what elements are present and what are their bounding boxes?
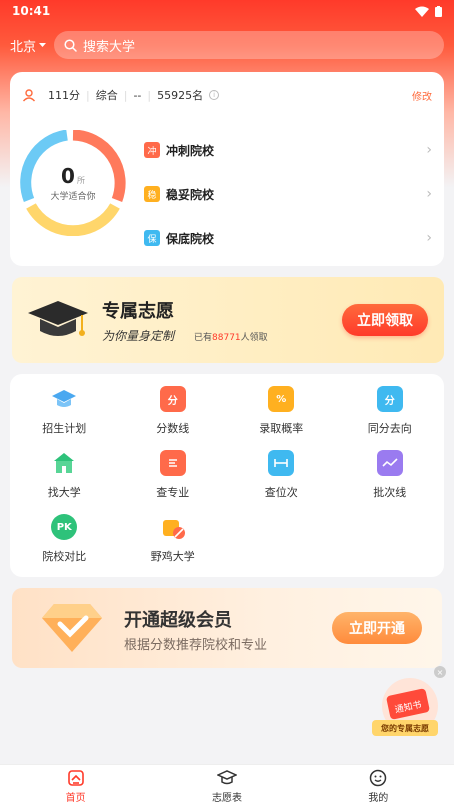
tool-compare-universities[interactable]: PK 院校对比 xyxy=(10,514,119,564)
divider: | xyxy=(86,88,90,102)
donut-count: 0所 xyxy=(61,164,85,188)
tool-label: 野鸡大学 xyxy=(150,550,195,563)
tab-home[interactable]: 首页 xyxy=(0,765,151,808)
category-reach[interactable]: 冲 冲刺院校 › xyxy=(144,128,432,172)
bottom-tab-bar: 首页 志愿表 我的 xyxy=(0,764,454,808)
rank-icon xyxy=(268,450,295,476)
tool-label: 批次线 xyxy=(373,486,407,499)
tool-find-major[interactable]: 查专业 xyxy=(119,450,228,500)
score-subject: 综合 xyxy=(95,89,118,102)
home-icon xyxy=(67,770,84,786)
open-vip-button[interactable]: 立即开通 xyxy=(332,612,422,644)
search-icon xyxy=(64,38,77,52)
tool-batch-line[interactable]: 批次线 xyxy=(336,450,445,500)
float-label[interactable]: 您的专属志愿 xyxy=(372,720,438,736)
edit-score-link[interactable]: 修改 xyxy=(412,88,432,103)
battery-icon xyxy=(435,5,442,17)
tab-volunteer-list[interactable]: 志愿表 xyxy=(151,765,302,808)
tab-label: 志愿表 xyxy=(211,793,242,804)
chevron-right-icon: › xyxy=(426,230,432,246)
tool-find-university[interactable]: 找大学 xyxy=(10,450,119,500)
score-points: 111分 xyxy=(48,89,80,102)
major-book-icon xyxy=(159,450,186,476)
donut-center: 0所 大学适合你 xyxy=(20,130,126,236)
vip-banner[interactable]: 开通超级会员 根据分数推荐院校和专业 立即开通 xyxy=(12,588,442,668)
claim-count: 已有88771人领取 xyxy=(194,333,268,343)
claim-button[interactable]: 立即领取 xyxy=(342,304,428,336)
chevron-right-icon: › xyxy=(426,186,432,202)
percent-icon: % xyxy=(268,386,295,412)
same-score-icon: 分 xyxy=(376,386,403,412)
diamond-check-icon xyxy=(42,604,102,652)
caret-down-icon xyxy=(39,42,46,47)
safe-badge: 稳 xyxy=(144,186,160,202)
category-label: 保底院校 xyxy=(166,231,215,246)
score-summary[interactable]: 111分 | 综合 | -- | 55925名 i 修改 xyxy=(22,86,432,104)
status-time: 10:41 xyxy=(12,4,51,18)
vip-subtitle: 根据分数推荐院校和专业 xyxy=(124,638,268,653)
category-label: 稳妥院校 xyxy=(166,187,215,202)
tools-card: 招生计划 分 分数线 % 录取概率 分 同分去向 找大学 查专业 查位次 批次线… xyxy=(10,374,444,577)
batch-line-icon xyxy=(376,450,403,476)
tool-fake-university[interactable]: 野鸡大学 xyxy=(119,514,228,564)
tool-label: 同分去向 xyxy=(367,422,412,435)
tool-score-line[interactable]: 分 分数线 xyxy=(119,386,228,436)
wifi-icon xyxy=(415,6,429,17)
tool-label: 院校对比 xyxy=(42,550,87,563)
status-bar: 10:41 xyxy=(0,0,454,22)
category-safe[interactable]: 稳 稳妥院校 › xyxy=(144,172,432,216)
tool-label: 查专业 xyxy=(156,486,190,499)
score-dash: -- xyxy=(133,88,142,102)
search-row: 北京 搜索大学 xyxy=(10,30,444,60)
pk-icon: PK xyxy=(51,514,78,540)
fake-university-icon xyxy=(160,514,186,540)
tool-admission-probability[interactable]: % 录取概率 xyxy=(227,386,336,436)
tools-grid: 招生计划 分 分数线 % 录取概率 分 同分去向 找大学 查专业 查位次 批次线… xyxy=(10,386,444,564)
exclusive-volunteer-banner[interactable]: 专属志愿 为你量身定制 已有88771人领取 立即领取 xyxy=(12,277,444,363)
smile-icon xyxy=(370,769,387,787)
search-placeholder: 搜索大学 xyxy=(83,39,136,55)
score-book-icon: 分 xyxy=(159,386,186,412)
tab-mine[interactable]: 我的 xyxy=(303,765,454,808)
chevron-right-icon: › xyxy=(426,142,432,158)
vip-title: 开通超级会员 xyxy=(124,610,232,631)
info-icon[interactable]: i xyxy=(209,90,220,100)
tab-label: 我的 xyxy=(368,793,389,804)
category-label: 冲刺院校 xyxy=(166,143,215,158)
score-rank: 55925名 xyxy=(157,89,204,102)
search-input[interactable]: 搜索大学 xyxy=(54,31,444,59)
tool-label: 分数线 xyxy=(156,422,190,435)
reach-badge: 冲 xyxy=(144,142,160,158)
tool-label: 查位次 xyxy=(264,486,298,499)
banner-slogan: 为你量身定制 xyxy=(102,329,175,343)
tab-label: 首页 xyxy=(65,793,86,804)
graduation-cap-icon xyxy=(28,301,88,336)
graduation-cap-icon xyxy=(51,386,77,412)
backup-badge: 保 xyxy=(144,230,160,246)
donut-caption: 大学适合你 xyxy=(50,192,96,202)
tool-label: 招生计划 xyxy=(42,422,87,435)
category-backup[interactable]: 保 保底院校 › xyxy=(144,216,432,260)
university-icon xyxy=(51,450,77,476)
tool-admission-plan[interactable]: 招生计划 xyxy=(10,386,119,436)
user-icon xyxy=(22,89,36,102)
tool-same-score[interactable]: 分 同分去向 xyxy=(336,386,445,436)
divider: | xyxy=(123,88,128,102)
divider: | xyxy=(147,88,152,102)
banner-title: 专属志愿 xyxy=(102,301,174,322)
tool-rank[interactable]: 查位次 xyxy=(227,450,336,500)
tool-label: 录取概率 xyxy=(259,422,304,435)
tool-label: 找大学 xyxy=(47,486,81,499)
score-card: 111分 | 综合 | -- | 55925名 i 修改 0所 大学适合你 冲 … xyxy=(10,72,444,266)
category-list: 冲 冲刺院校 › 稳 稳妥院校 › 保 保底院校 › xyxy=(144,128,432,260)
city-selector[interactable]: 北京 xyxy=(10,36,46,55)
city-label: 北京 xyxy=(10,39,37,55)
graduation-cap-icon xyxy=(216,770,237,785)
